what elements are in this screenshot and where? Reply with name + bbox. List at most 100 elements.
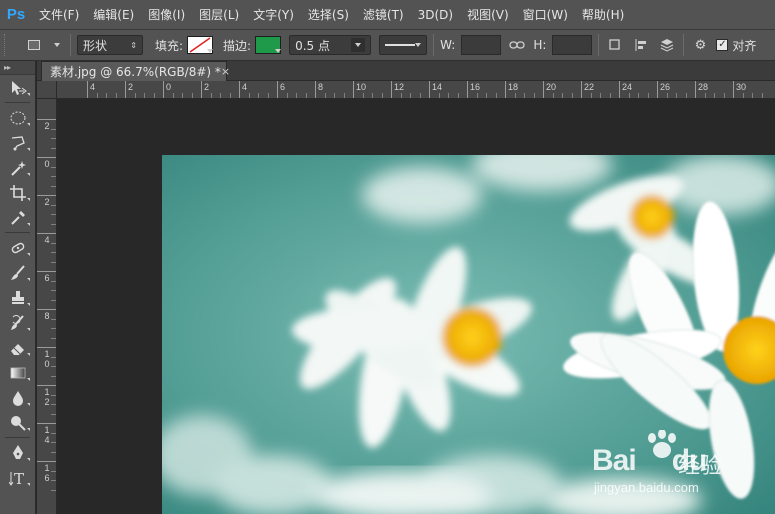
path-operations-icon[interactable] [605,35,625,55]
history-brush-tool[interactable] [0,310,36,335]
ruler-label: 30 [736,82,747,92]
eyedropper-tool[interactable] [0,205,36,230]
menu-edit[interactable]: 编辑(E) [86,0,141,30]
width-input[interactable] [461,35,502,55]
updown-arrows-icon: ⇕ [130,40,137,50]
ruler-minor-tick [51,280,56,282]
fill-label: 填充: [155,38,184,53]
tool-mode-dropdown[interactable]: 形状 ⇕ [77,35,143,55]
ruler-minor-tick [51,356,56,358]
ruler-label: 10 [44,349,50,369]
ruler-minor-tick [51,299,56,301]
tools-panel-collapse[interactable]: ▸▸ [0,61,35,75]
ruler-origin[interactable] [37,81,57,99]
ruler-minor-tick [51,223,56,225]
path-alignment-icon[interactable] [631,35,651,55]
path-arrangement-icon[interactable] [657,35,677,55]
ruler-tick [657,81,658,98]
ruler-tick [315,81,316,98]
marquee-tool[interactable] [0,105,36,130]
crop-tool[interactable] [0,180,36,205]
ruler-tick [543,81,544,98]
move-tool[interactable] [0,75,36,100]
ruler-label: 2 [44,197,50,207]
ruler-label: 8 [44,311,50,321]
menu-image[interactable]: 图像(I) [141,0,192,30]
dropdown-button[interactable] [351,38,366,52]
menu-view[interactable]: 视图(V) [460,0,516,30]
document-tab-title: 素材.jpg @ 66.7%(RGB/8#) * [50,65,221,79]
baidu-jingyan-text: 经验 [678,454,723,479]
chevron-down-icon [355,43,362,47]
stroke-swatch[interactable] [255,36,282,54]
ruler-label: 10 [356,82,367,92]
brush-icon [11,264,25,280]
ruler-label: 28 [698,82,709,92]
ruler-label: 4 [242,82,248,92]
options-bar-grip[interactable] [4,34,10,56]
ruler-label: 12 [44,387,50,407]
stroke-type-dropdown[interactable] [379,35,428,55]
pen-tool[interactable] [0,440,36,465]
ruler-tick [37,271,56,272]
align-edges-checkbox[interactable]: ✓ [716,39,729,51]
ruler-minor-tick [51,166,56,168]
divider [70,34,71,56]
menu-type[interactable]: 文字(Y) [246,0,301,30]
ruler-minor-tick [51,413,56,415]
blur-tool[interactable] [0,385,36,410]
ruler-label: 16 [44,463,50,483]
baidu-wordmark-part1: Bai [592,444,637,477]
ruler-label: 6 [280,82,286,92]
dodge-tool[interactable] [0,410,36,435]
clone-stamp-tool[interactable] [0,285,36,310]
document-tab[interactable]: 素材.jpg @ 66.7%(RGB/8#) * × [41,61,230,81]
ruler-tick [467,81,468,98]
ruler-label: 14 [44,425,50,445]
ruler-label: 4 [90,82,96,92]
menu-help[interactable]: 帮助(H) [575,0,631,30]
ruler-tick [429,81,430,98]
menu-window[interactable]: 窗口(W) [516,0,575,30]
ruler-tick [37,233,56,234]
menu-file[interactable]: 文件(F) [32,0,86,30]
chevron-down-icon [207,49,214,53]
gradient-tool[interactable] [0,360,36,385]
menu-layer[interactable]: 图层(L) [192,0,246,30]
fill-swatch[interactable] [187,36,214,54]
elliptical-marquee-icon [10,111,26,124]
ruler-minor-tick [51,489,56,491]
close-icon[interactable]: × [221,65,230,78]
chain-link-icon [509,41,525,49]
lasso-tool[interactable] [0,130,36,155]
horizontal-ruler[interactable]: 4 2 0 2 4 6 8 10 12 14 16 18 20 22 24 26 28 30 [57,81,775,99]
ruler-minor-tick [51,337,56,339]
type-tool[interactable]: T [0,465,36,490]
ruler-label: 2 [44,121,50,131]
healing-brush-tool[interactable] [0,235,36,260]
link-icon[interactable] [507,35,527,55]
tools-panel: ▸▸ T [0,61,36,514]
ruler-minor-tick [51,261,56,263]
menu-bar: Ps 文件(F) 编辑(E) 图像(I) 图层(L) 文字(Y) 选择(S) 滤… [0,0,775,30]
height-input[interactable] [552,35,593,55]
solid-line-icon [385,44,416,46]
ruler-minor-tick [51,394,56,396]
gear-icon[interactable]: ⚙ [690,35,710,55]
stroke-width-dropdown[interactable]: 0.5 点 [289,35,372,55]
ruler-minor-tick [51,470,56,472]
tool-preset-picker[interactable] [24,34,64,56]
ruler-tick [37,309,56,310]
menu-select[interactable]: 选择(S) [301,0,356,30]
menu-3d[interactable]: 3D(D) [411,0,460,30]
crop-icon [10,184,26,201]
rectangle-tool-icon [28,40,40,50]
ruler-label: 26 [660,82,671,92]
eraser-tool[interactable] [0,335,36,360]
magic-wand-tool[interactable] [0,155,36,180]
menu-filter[interactable]: 滤镜(T) [356,0,411,30]
vertical-ruler[interactable]: 2 0 2 4 6 8 10 12 14 16 [37,99,57,514]
chevron-down-icon [54,43,60,47]
brush-tool[interactable] [0,260,36,285]
move-arrow-icon [12,80,27,95]
